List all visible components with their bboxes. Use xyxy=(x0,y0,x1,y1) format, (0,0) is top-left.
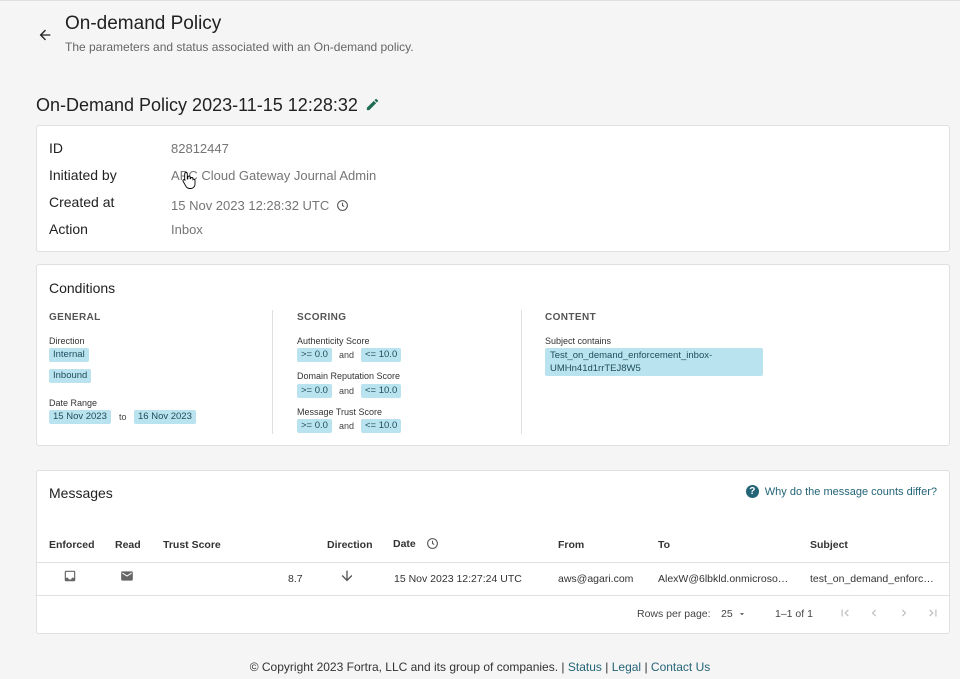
scoring-heading: SCORING xyxy=(297,312,347,323)
caret-down-icon xyxy=(739,613,744,616)
column-trust-score[interactable]: Trust Score xyxy=(163,539,221,551)
action-value: Inbox xyxy=(171,222,203,237)
arrow-down-icon xyxy=(341,570,353,582)
policy-info-card: ID 82812447 Initiated by APC Cloud Gatew… xyxy=(36,125,950,252)
date-from-chip: 15 Nov 2023 xyxy=(49,410,111,424)
footer-separator: | xyxy=(561,660,565,674)
domain-reputation-max-chip: <= 10.0 xyxy=(361,384,402,398)
page-title: On-demand Policy xyxy=(65,13,222,34)
created-at-value: 15 Nov 2023 12:28:32 UTC xyxy=(171,198,330,213)
first-page-icon[interactable] xyxy=(837,605,853,621)
messages-card: Messages ? Why do the message counts dif… xyxy=(36,470,950,634)
general-heading: GENERAL xyxy=(49,312,101,323)
created-at-row: 15 Nov 2023 12:28:32 UTC xyxy=(171,198,349,213)
message-trust-score-label: Message Trust Score xyxy=(297,407,383,417)
date-to-word: to xyxy=(119,412,127,422)
legal-link[interactable]: Legal xyxy=(612,660,641,674)
last-page-icon[interactable] xyxy=(925,605,941,621)
date-value: 15 Nov 2023 12:27:24 UTC xyxy=(394,573,522,585)
inbox-icon xyxy=(64,570,76,582)
content-heading: CONTENT xyxy=(545,312,597,323)
hand-cursor-icon xyxy=(182,172,196,189)
and-word: and xyxy=(339,421,355,431)
direction-chip-internal: Internal xyxy=(49,348,89,362)
column-from[interactable]: From xyxy=(558,539,584,551)
top-border xyxy=(0,0,960,1)
previous-page-icon[interactable] xyxy=(866,605,882,621)
message-trust-max-chip: <= 10.0 xyxy=(361,419,402,433)
date-range-label: Date Range xyxy=(49,398,98,408)
subject-contains-label: Subject contains xyxy=(545,336,612,346)
column-direction[interactable]: Direction xyxy=(327,539,373,551)
next-page-icon[interactable] xyxy=(896,605,912,621)
initiated-by-label: Initiated by xyxy=(49,167,117,183)
authenticity-max-chip: <= 10.0 xyxy=(361,348,402,362)
column-enforced[interactable]: Enforced xyxy=(49,539,95,551)
column-date[interactable]: Date xyxy=(393,537,439,550)
clock-icon xyxy=(337,200,349,211)
conditions-title: Conditions xyxy=(49,280,116,296)
clock-icon xyxy=(426,538,438,549)
footer-separator: | xyxy=(644,660,648,674)
authenticity-min-chip: >= 0.0 xyxy=(297,348,332,362)
policy-name: On-Demand Policy 2023-11-15 12:28:32 xyxy=(36,95,358,115)
authenticity-score-label: Authenticity Score xyxy=(297,336,370,346)
header-divider xyxy=(37,562,949,563)
footer: © Copyright 2023 Fortra, LLC and its gro… xyxy=(0,660,960,674)
column-subject[interactable]: Subject xyxy=(810,539,848,551)
envelope-icon xyxy=(121,571,133,581)
action-label: Action xyxy=(49,221,88,237)
to-value: AlexW@6lbkld.onmicrosoft.com xyxy=(658,573,790,585)
direction-chip-inbound: Inbound xyxy=(49,369,92,383)
created-at-label: Created at xyxy=(49,194,115,210)
domain-reputation-score-label: Domain Reputation Score xyxy=(297,371,401,381)
from-value: aws@agari.com xyxy=(558,573,634,585)
and-word: and xyxy=(339,350,355,360)
back-arrow-icon[interactable] xyxy=(34,24,56,46)
rows-per-page-select[interactable]: 25 xyxy=(721,608,747,620)
id-label: ID xyxy=(49,140,63,156)
subject-value: test_on_demand_enforcement_inbox xyxy=(810,573,938,585)
row-divider xyxy=(37,595,949,596)
page-subtitle: The parameters and status associated wit… xyxy=(65,40,414,54)
messages-title: Messages xyxy=(49,485,113,501)
column-read[interactable]: Read xyxy=(115,539,141,551)
edit-pencil-icon[interactable] xyxy=(365,97,381,113)
message-counts-help-link[interactable]: ? Why do the message counts differ? xyxy=(745,485,937,498)
pagination-range: 1–1 of 1 xyxy=(775,608,813,620)
rows-per-page-label: Rows per page: xyxy=(637,608,711,620)
help-icon: ? xyxy=(745,485,759,498)
column-to[interactable]: To xyxy=(658,539,670,551)
id-value: 82812447 xyxy=(171,141,229,156)
date-to-chip: 16 Nov 2023 xyxy=(134,410,196,424)
column-date-label: Date xyxy=(393,537,416,550)
initiated-by-value: APC Cloud Gateway Journal Admin xyxy=(171,168,377,183)
contact-us-link[interactable]: Contact Us xyxy=(651,660,710,674)
domain-reputation-min-chip: >= 0.0 xyxy=(297,384,332,398)
footer-separator: | xyxy=(605,660,609,674)
message-trust-min-chip: >= 0.0 xyxy=(297,419,332,433)
trust-score-value: 8.7 xyxy=(288,573,303,585)
conditions-card: Conditions GENERAL Direction Internal In… xyxy=(36,264,950,446)
column-divider xyxy=(521,310,522,434)
column-divider xyxy=(272,310,273,434)
status-link[interactable]: Status xyxy=(568,660,602,674)
copyright-text: © Copyright 2023 Fortra, LLC and its gro… xyxy=(249,660,559,674)
help-link-text: Why do the message counts differ? xyxy=(764,485,937,498)
and-word: and xyxy=(339,386,355,396)
subject-contains-chip: Test_on_demand_enforcement_inbox-UMHn41d… xyxy=(545,348,763,376)
rows-per-page-value: 25 xyxy=(721,608,733,620)
direction-label: Direction xyxy=(49,336,85,346)
